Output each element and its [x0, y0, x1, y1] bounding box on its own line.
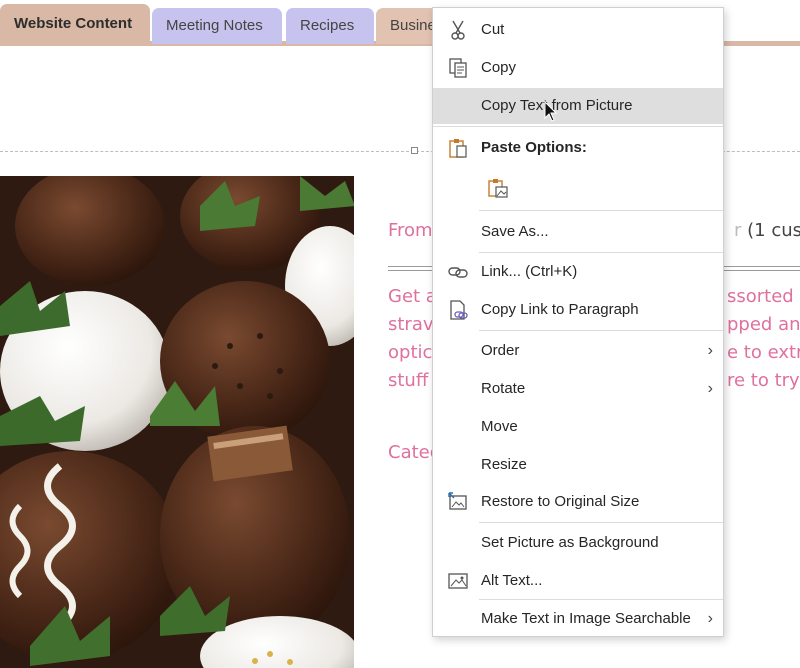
menu-item-cut[interactable]: Cut	[433, 12, 723, 48]
copy-link-icon	[447, 299, 469, 321]
menu-separator	[433, 126, 723, 127]
menu-item-order[interactable]: Order ›	[433, 333, 723, 369]
menu-item-make-text-searchable[interactable]: Make Text in Image Searchable ›	[433, 601, 723, 637]
description-line-4-end: re to try	[727, 370, 800, 391]
tab-website-content[interactable]: Website Content	[0, 4, 150, 46]
menu-label-resize: Resize	[481, 456, 527, 473]
rating-text: r (1 custo	[734, 220, 800, 241]
description-line-3-end: e to extra	[727, 342, 800, 363]
clipboard-icon	[447, 137, 469, 159]
menu-label-save-as: Save As...	[481, 223, 549, 240]
menu-label-cut: Cut	[481, 21, 505, 38]
menu-item-restore-original-size[interactable]: Restore to Original Size	[433, 484, 723, 520]
menu-separator	[479, 210, 723, 211]
submenu-chevron-icon: ›	[707, 610, 713, 627]
chocolate-strawberries-picture[interactable]	[0, 176, 354, 668]
menu-label-alt-text: Alt Text...	[481, 572, 543, 589]
scissors-icon	[447, 19, 469, 41]
paste-picture-button[interactable]	[479, 170, 519, 206]
menu-item-copy[interactable]: Copy	[433, 50, 723, 86]
menu-item-rotate[interactable]: Rotate ›	[433, 371, 723, 407]
menu-separator	[479, 599, 723, 600]
description-line-2-start: strav	[388, 314, 434, 335]
menu-item-link[interactable]: Link... (Ctrl+K)	[433, 254, 723, 290]
paste-picture-icon	[487, 177, 509, 199]
picture-context-menu: Cut Copy Copy Text from Picture Paste Op…	[432, 7, 724, 637]
menu-label-set-picture-as-background: Set Picture as Background	[481, 534, 659, 551]
rating-count: (1 custo	[747, 220, 800, 241]
menu-item-resize[interactable]: Resize	[433, 447, 723, 483]
restore-size-icon	[447, 491, 469, 513]
menu-label-rotate: Rotate	[481, 380, 526, 397]
menu-item-move[interactable]: Move	[433, 409, 723, 445]
description-line-4-start: stuff	[388, 370, 429, 391]
menu-separator	[479, 522, 723, 523]
menu-separator	[479, 330, 723, 331]
submenu-chevron-icon: ›	[707, 380, 713, 397]
copy-icon	[447, 57, 469, 79]
menu-label-copy-link-to-paragraph: Copy Link to Paragraph	[481, 301, 639, 318]
menu-item-save-as[interactable]: Save As...	[433, 214, 723, 250]
submenu-chevron-icon: ›	[707, 342, 713, 359]
tab-meeting-notes[interactable]: Meeting Notes	[152, 8, 282, 44]
menu-label-link: Link... (Ctrl+K)	[481, 263, 578, 280]
menu-label-restore-original-size: Restore to Original Size	[481, 493, 640, 510]
description-line-3-start: optic	[388, 342, 433, 363]
menu-label-paste-options: Paste Options:	[481, 139, 587, 156]
from-text-fragment: From	[388, 220, 433, 241]
menu-label-make-text-searchable: Make Text in Image Searchable	[481, 610, 691, 627]
description-line-1-start: Get a	[388, 286, 437, 307]
menu-item-copy-text-from-picture[interactable]: Copy Text from Picture	[433, 88, 723, 124]
menu-item-paste-options: Paste Options:	[433, 130, 723, 166]
menu-separator	[479, 252, 723, 253]
strawberry-photo	[0, 176, 354, 668]
mouse-pointer-icon	[544, 100, 558, 123]
menu-item-copy-link-to-paragraph[interactable]: Copy Link to Paragraph	[433, 292, 723, 328]
description-line-1-end: ssorted c	[727, 286, 800, 307]
rating-fragment: r	[734, 220, 742, 241]
menu-label-move: Move	[481, 418, 518, 435]
alt-text-icon	[447, 570, 469, 592]
menu-item-set-picture-as-background[interactable]: Set Picture as Background	[433, 525, 723, 561]
tab-recipes[interactable]: Recipes	[286, 8, 374, 44]
link-icon	[447, 261, 469, 283]
resize-handle[interactable]	[411, 147, 418, 154]
menu-item-alt-text[interactable]: Alt Text...	[433, 563, 723, 599]
menu-label-order: Order	[481, 342, 520, 359]
menu-label-copy: Copy	[481, 59, 517, 76]
description-line-2-end: pped and	[727, 314, 800, 335]
